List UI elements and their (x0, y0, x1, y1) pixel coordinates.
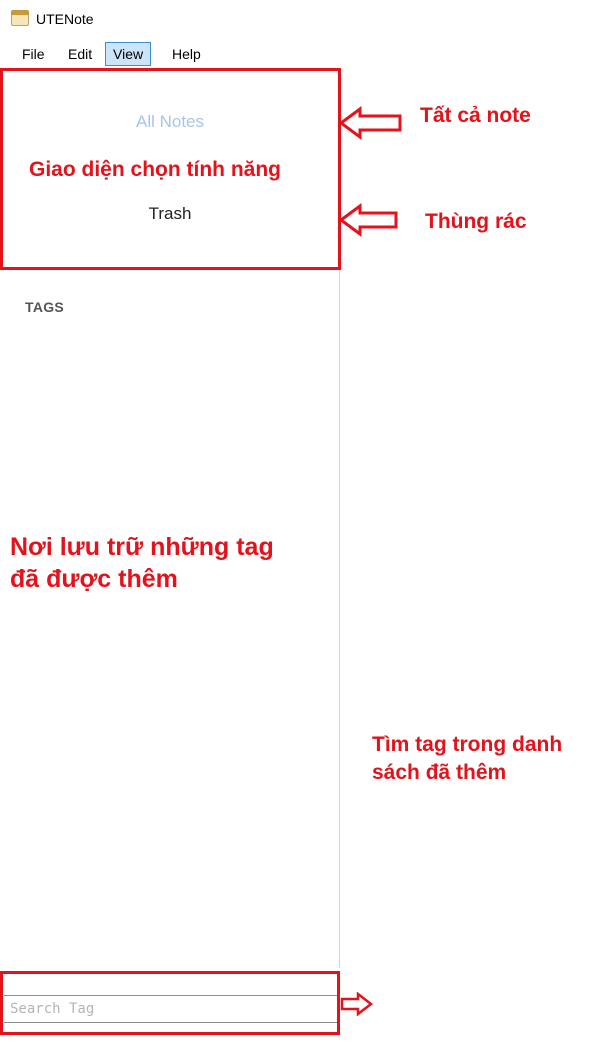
annotation-tag-store-line1: Nơi lưu trữ những tag (10, 533, 274, 561)
menu-help[interactable]: Help (164, 42, 209, 66)
menu-bar: File Edit View Help (0, 40, 341, 66)
annotation-trash: Thùng rác (425, 210, 527, 233)
menu-view[interactable]: View (105, 42, 152, 66)
notepad-icon (11, 10, 29, 26)
arrow-right-icon (340, 992, 374, 1016)
annotation-tag-store-line2: đã được thêm (10, 565, 178, 593)
annotation-all-notes: Tất cả note (420, 104, 531, 127)
title-bar: UTENote (0, 0, 341, 38)
menu-file[interactable]: File (14, 42, 53, 66)
tags-header: TAGS (25, 299, 65, 315)
app-title: UTENote (36, 11, 94, 27)
annotation-search-line1: Tìm tag trong danh (372, 733, 563, 756)
arrow-left-icon (338, 106, 402, 140)
menu-edit[interactable]: Edit (60, 42, 100, 66)
sidebar-divider (339, 268, 340, 968)
arrow-left-icon (338, 203, 398, 237)
search-highlight (0, 971, 340, 1035)
annotation-search-line2: sách đã thêm (372, 761, 507, 784)
annotation-feature-panel: Giao diện chọn tính năng (29, 158, 281, 181)
